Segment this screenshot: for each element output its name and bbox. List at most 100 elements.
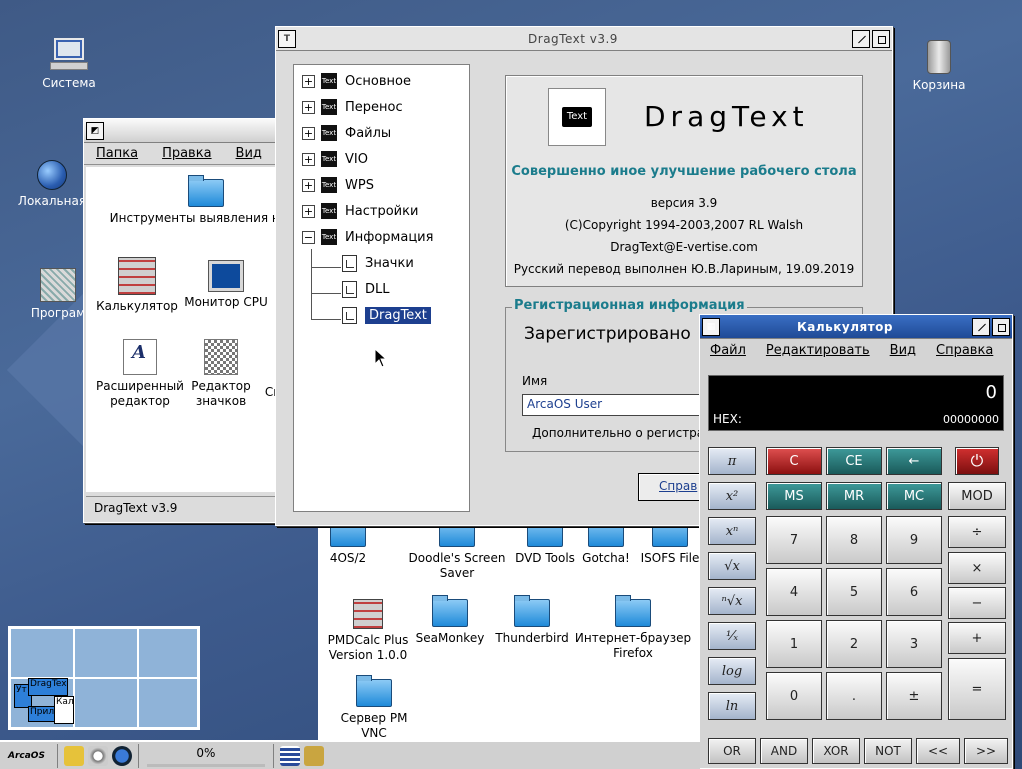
equals-button[interactable]: = (948, 658, 1006, 720)
folder-item[interactable]: Gotcha! (582, 515, 630, 566)
folder-item[interactable]: Интернет-браузер Firefox (574, 595, 692, 661)
digit-8-button[interactable]: 8 (826, 516, 882, 564)
dragtext-system-menu-icon[interactable]: T (278, 29, 296, 48)
menu-view[interactable]: Вид (224, 146, 274, 161)
tree-item-info[interactable]: − Text Информация (302, 227, 433, 247)
tree-item-general[interactable]: + Text Основное (302, 71, 411, 91)
arcaos-logo[interactable]: ArcaOS (0, 751, 53, 761)
backspace-button[interactable]: ← (886, 447, 942, 475)
mod-button[interactable]: MOD (948, 482, 1006, 510)
window-list-minimap[interactable]: Ут DragTex Прило Кал (8, 626, 200, 730)
menu-folder[interactable]: Папка (84, 146, 150, 161)
folder-titlebar[interactable]: ◩ (84, 119, 292, 143)
negate-button[interactable]: ± (886, 672, 942, 720)
digit-2-button[interactable]: 2 (826, 620, 882, 668)
nth-root-button[interactable]: ⁿ√x (708, 587, 756, 615)
tree-item-dragtext[interactable]: DragText (342, 305, 431, 325)
folder-item[interactable]: ISOFS File (640, 515, 700, 566)
shift-right-button[interactable]: >> (964, 738, 1008, 764)
menu-help[interactable]: Справка (926, 343, 1003, 358)
search-icon[interactable] (87, 745, 108, 766)
expand-icon[interactable]: + (302, 178, 315, 192)
folder-item[interactable]: 4OS/2 (326, 515, 370, 566)
tree-item-dll[interactable]: DLL (342, 279, 390, 299)
expand-icon[interactable]: + (302, 126, 315, 140)
folder-item[interactable]: Сервер PM VNC (326, 675, 422, 741)
minimap-cell[interactable] (74, 628, 138, 678)
square-button[interactable]: x² (708, 482, 756, 510)
subtract-button[interactable]: − (948, 587, 1006, 619)
collapse-icon[interactable]: − (302, 230, 315, 244)
minimap-window[interactable]: Кал (54, 696, 74, 724)
expand-icon[interactable]: + (302, 204, 315, 218)
minimap-cell[interactable] (138, 678, 198, 728)
shutdown-icon[interactable] (111, 745, 132, 766)
more-info-link[interactable]: Дополнительно о регистрац (532, 426, 712, 440)
not-button[interactable]: NOT (864, 738, 912, 764)
expand-icon[interactable]: + (302, 152, 315, 166)
menu-view[interactable]: Вид (880, 343, 926, 358)
and-button[interactable]: AND (760, 738, 808, 764)
desktop-icon-trash[interactable]: Корзина (889, 40, 989, 92)
folder-item-cpu-monitor[interactable]: Монитор CPU (182, 261, 270, 310)
minimap-cell[interactable] (10, 628, 74, 678)
divide-button[interactable]: ÷ (948, 516, 1006, 548)
ln-button[interactable]: ln (708, 692, 756, 720)
folder-item[interactable]: Thunderbird (494, 595, 570, 646)
power-button[interactable]: ⏻ (955, 447, 999, 475)
tree-item-wps[interactable]: + Text WPS (302, 175, 374, 195)
clear-entry-button[interactable]: CE (826, 447, 882, 475)
or-button[interactable]: OR (708, 738, 756, 764)
add-button[interactable]: + (948, 622, 1006, 654)
digit-0-button[interactable]: 0 (766, 672, 822, 720)
digit-9-button[interactable]: 9 (886, 516, 942, 564)
maximize-button[interactable] (992, 317, 1010, 336)
minimize-button[interactable] (972, 317, 990, 336)
expand-icon[interactable]: + (302, 74, 315, 88)
pi-button[interactable]: π (708, 447, 756, 475)
minimap-cell[interactable] (74, 678, 138, 728)
tree-item-transfer[interactable]: + Text Перенос (302, 97, 403, 117)
dragtext-titlebar[interactable]: T DragText v3.9 (276, 27, 892, 51)
desktop-icon-system[interactable]: Система (19, 38, 119, 90)
menu-edit[interactable]: Редактировать (756, 343, 880, 358)
folder-item-tools[interactable]: Инструменты выявления непо (96, 175, 290, 226)
folder-item[interactable]: Doodle's Screen Saver (402, 515, 512, 581)
digit-5-button[interactable]: 5 (826, 568, 882, 616)
window-list-icon[interactable] (279, 745, 300, 766)
tree-item-icons[interactable]: Значки (342, 253, 414, 273)
log-button[interactable]: log (708, 657, 756, 685)
folder-item-enhanced-editor[interactable]: Расширенный редактор (92, 339, 188, 409)
digit-1-button[interactable]: 1 (766, 620, 822, 668)
power-n-button[interactable]: xⁿ (708, 517, 756, 545)
minimap-window[interactable]: DragTex (28, 678, 68, 696)
folder-item[interactable]: DVD Tools (514, 515, 576, 566)
multiply-button[interactable]: × (948, 552, 1006, 584)
minimap-cell[interactable] (138, 628, 198, 678)
digit-4-button[interactable]: 4 (766, 568, 822, 616)
menu-file[interactable]: Файл (700, 343, 756, 358)
maximize-button[interactable] (872, 29, 890, 48)
folder-item[interactable]: SeaMonkey (414, 595, 486, 646)
calculator-system-menu-icon[interactable]: ▦ (702, 317, 720, 336)
minimize-button[interactable] (852, 29, 870, 48)
sqrt-button[interactable]: √x (708, 552, 756, 580)
digit-6-button[interactable]: 6 (886, 568, 942, 616)
xor-button[interactable]: XOR (812, 738, 860, 764)
reciprocal-button[interactable]: ¹⁄ₓ (708, 622, 756, 650)
digit-3-button[interactable]: 3 (886, 620, 942, 668)
tree-item-vio[interactable]: + Text VIO (302, 149, 368, 169)
digit-7-button[interactable]: 7 (766, 516, 822, 564)
lock-icon[interactable] (63, 745, 84, 766)
memory-clear-button[interactable]: MC (886, 482, 942, 510)
memory-store-button[interactable]: MS (766, 482, 822, 510)
decimal-button[interactable]: . (826, 672, 882, 720)
calculator-titlebar[interactable]: ▦ Калькулятор (700, 315, 1012, 339)
expand-icon[interactable]: + (302, 100, 315, 114)
tree-item-files[interactable]: + Text Файлы (302, 123, 391, 143)
folder-icon[interactable] (303, 745, 324, 766)
menu-edit[interactable]: Правка (150, 146, 223, 161)
tree-item-settings[interactable]: + Text Настройки (302, 201, 418, 221)
folder-item-icon-editor[interactable]: Редактор значков (186, 339, 256, 409)
shift-left-button[interactable]: << (916, 738, 960, 764)
